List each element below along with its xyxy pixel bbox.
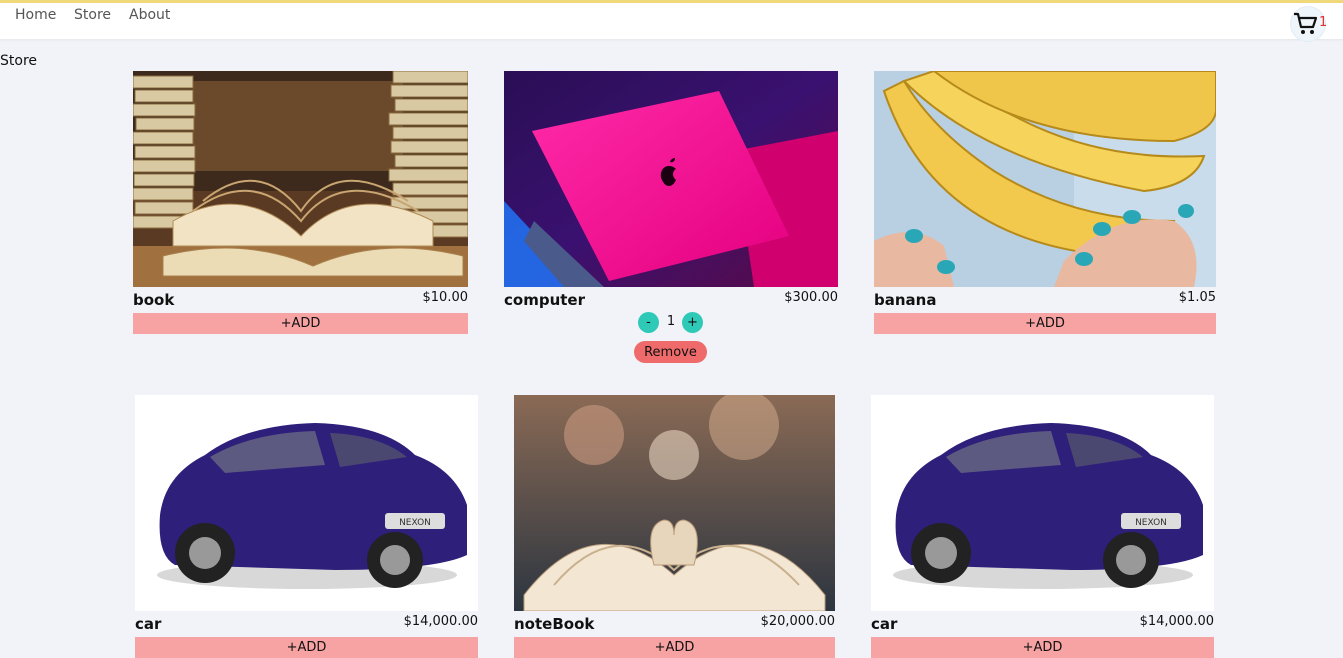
product-card-book: book $10.00 +ADD	[133, 71, 468, 341]
svg-text:NEXON: NEXON	[1135, 518, 1167, 528]
quantity-controls: - 1 +	[504, 312, 838, 334]
add-to-cart-button[interactable]: +ADD	[135, 637, 478, 658]
product-name: computer	[504, 291, 585, 309]
product-price: $14,000.00	[403, 614, 478, 629]
increase-quantity-button[interactable]: +	[682, 312, 703, 333]
add-to-cart-button[interactable]: +ADD	[874, 313, 1216, 334]
product-card-computer: computer $300.00 - 1 + Remove	[504, 71, 838, 371]
product-image-car: NEXON	[871, 395, 1214, 611]
nav-about-link[interactable]: About	[129, 7, 170, 23]
product-image-book	[133, 71, 468, 287]
product-card-car-2: NEXON car $14,000.00 +ADD	[871, 395, 1214, 658]
add-to-cart-button[interactable]: +ADD	[514, 637, 835, 658]
product-card-car: NEXON car $14,000.00 +ADD	[135, 395, 478, 658]
add-to-cart-button[interactable]: +ADD	[133, 313, 468, 334]
svg-text:NEXON: NEXON	[399, 518, 431, 528]
product-price: $300.00	[784, 290, 838, 305]
quantity-value: 1	[666, 314, 676, 329]
product-image-car: NEXON	[135, 395, 478, 611]
product-card-banana: banana $1.05 +ADD	[874, 71, 1216, 341]
cart-icon	[1294, 12, 1318, 34]
product-price: $1.05	[1178, 290, 1216, 305]
product-name: car	[135, 615, 162, 633]
remove-button[interactable]: Remove	[634, 341, 707, 363]
product-name: noteBook	[514, 615, 595, 633]
navbar: Home Store About 1	[0, 3, 1343, 42]
product-name: banana	[874, 291, 937, 309]
cart-count-badge: 1	[1319, 15, 1328, 30]
product-image-notebook	[514, 395, 835, 611]
add-to-cart-button[interactable]: +ADD	[871, 637, 1214, 658]
product-price: $20,000.00	[760, 614, 835, 629]
nav-home-link[interactable]: Home	[15, 7, 56, 23]
cart-button[interactable]: 1	[1290, 6, 1328, 42]
product-price: $10.00	[422, 290, 469, 305]
product-image-banana	[874, 71, 1216, 287]
product-card-notebook: noteBook $20,000.00 +ADD	[514, 395, 835, 658]
decrease-quantity-button[interactable]: -	[638, 312, 659, 333]
page-title: Store	[0, 53, 38, 69]
nav-store-link[interactable]: Store	[74, 7, 111, 23]
product-image-computer	[504, 71, 838, 287]
product-price: $14,000.00	[1139, 614, 1214, 629]
product-name: car	[871, 615, 898, 633]
product-name: book	[133, 291, 175, 309]
